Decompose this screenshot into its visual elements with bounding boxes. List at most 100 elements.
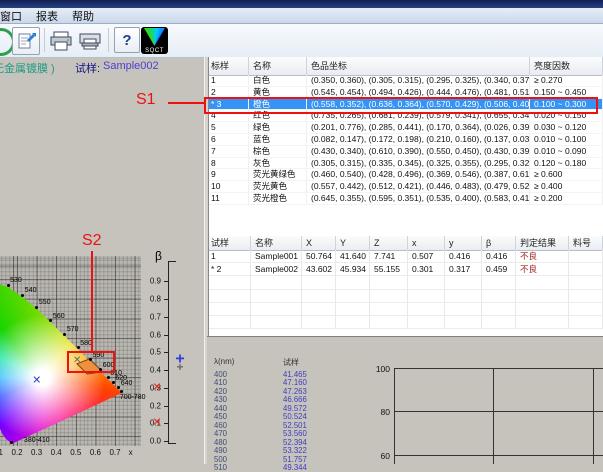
cell: ≥ 0.200 (530, 193, 603, 205)
cell (207, 276, 251, 289)
beta-tickmark (164, 352, 169, 353)
cell: ≥ 0.270 (530, 75, 603, 87)
cell: 0.416 (445, 250, 482, 263)
column-header: 名称 (249, 57, 307, 75)
menu-item-help[interactable]: 帮助 (65, 8, 101, 24)
help-icon: ? (122, 33, 131, 48)
x-axis-tick-label: 0.2 (7, 448, 27, 457)
table-row[interactable] (207, 276, 603, 289)
samples-table-header: 试样名称XYZxyβ判定结果料号 (207, 236, 603, 251)
cell (516, 290, 569, 303)
cell: 41.640 (336, 250, 370, 263)
beta-tickmark (164, 406, 169, 407)
cell (251, 276, 302, 289)
print-button[interactable] (48, 28, 74, 53)
cell: 荧光黄色 (249, 181, 307, 193)
cell: 0.010 ~ 0.090 (530, 146, 603, 158)
cell: 11 (207, 193, 249, 205)
beta-tickmark (164, 281, 169, 282)
cell (569, 250, 603, 263)
cell: 0.459 (482, 263, 516, 276)
table-row[interactable]: 6蓝色(0.082, 0.147), (0.172, 0.198), (0.21… (207, 134, 603, 146)
cell (251, 303, 302, 316)
cell (207, 303, 251, 316)
column-header: 色品坐标 (307, 57, 530, 75)
beta-axis-title: β (155, 249, 162, 263)
cell: 白色 (249, 75, 307, 87)
cell: (0.082, 0.147), (0.172, 0.198), (0.210, … (307, 134, 530, 146)
column-header: 判定结果 (516, 236, 569, 250)
cell (408, 290, 445, 303)
menu-bar: 窗口 报表 帮助 (0, 8, 603, 24)
beta-tick-label: 0.9 (140, 277, 161, 286)
table-row[interactable] (207, 290, 603, 303)
cell: ≥ 0.600 (530, 169, 603, 181)
x-axis-tick-label: 0.3 (27, 448, 47, 457)
sample002-point-beta: + (175, 351, 184, 367)
cell: 8 (207, 158, 249, 170)
cell: 7 (207, 146, 249, 158)
export-report-button[interactable] (12, 27, 40, 55)
column-header: 名称 (251, 236, 302, 250)
cell: 绿色 (249, 122, 307, 134)
cell (336, 276, 370, 289)
cell: 5 (207, 122, 249, 134)
cell: (0.645, 0.355), (0.595, 0.351), (0.535, … (307, 193, 530, 205)
annotation-s2-line (91, 251, 93, 352)
cell: 0.030 ~ 0.120 (530, 122, 603, 134)
table-row[interactable] (207, 303, 603, 316)
sqct-icon-label: SQCT (141, 48, 168, 54)
cell: 0.120 ~ 0.180 (530, 158, 603, 170)
wavelength-value: 510 (214, 463, 254, 472)
annotation-s1-box (204, 97, 598, 114)
spectral-panel (207, 336, 603, 465)
cell (370, 276, 408, 289)
chart-gridline (493, 368, 494, 464)
cell: (0.305, 0.315), (0.335, 0.345), (0.325, … (307, 158, 530, 170)
table-row[interactable] (207, 316, 603, 329)
beta-tickmark (164, 335, 169, 336)
cell: 45.934 (336, 263, 370, 276)
cell: 灰色 (249, 158, 307, 170)
table-row[interactable]: 5绿色(0.201, 0.776), (0.285, 0.441), (0.17… (207, 122, 603, 134)
wavelength-label: 540 (25, 287, 37, 294)
annotation-s2-box (67, 351, 115, 373)
cell: 10 (207, 181, 249, 193)
column-header: X (302, 236, 336, 250)
table-row[interactable]: 9荧光黄绿色(0.460, 0.540), (0.428, 0.496), (0… (207, 169, 603, 181)
beta-tick-label: 0.6 (140, 330, 161, 339)
table-row[interactable]: 1Sample00150.76441.6407.7410.5070.4160.4… (207, 250, 603, 263)
table-row[interactable]: 8灰色(0.305, 0.315), (0.335, 0.345), (0.32… (207, 158, 603, 170)
cell (445, 290, 482, 303)
wavelength-label: 560 (53, 313, 65, 320)
cell (370, 316, 408, 329)
print-preview-button[interactable] (77, 28, 103, 53)
cell: 荧光黄绿色 (249, 169, 307, 181)
table-row[interactable]: 7棕色(0.430, 0.340), (0.610, 0.390), (0.55… (207, 146, 603, 158)
spectral-locus-point (120, 390, 123, 393)
beta-axis-bottom-tick (168, 443, 176, 444)
cell: ≥ 0.400 (530, 181, 603, 193)
sqct-app-button[interactable]: SQCT (141, 27, 168, 54)
beta-tick-label: 0.5 (140, 348, 161, 357)
info-bar: 无金属镀膜 ) 试样: Sample002 (0, 60, 207, 76)
cell (251, 316, 302, 329)
cell: 棕色 (249, 146, 307, 158)
cell (207, 290, 251, 303)
column-header: y (445, 236, 482, 250)
beta-tickmark (164, 370, 169, 371)
print-preview-icon (79, 31, 101, 51)
menu-item-report[interactable]: 报表 (29, 8, 65, 24)
table-row[interactable]: 11荧光橙色(0.645, 0.355), (0.595, 0.351), (0… (207, 193, 603, 205)
sqct-rainbow-icon (144, 28, 165, 46)
beta-tickmark (164, 388, 169, 389)
cell (302, 276, 336, 289)
help-button[interactable]: ? (114, 27, 140, 53)
table-row[interactable]: 10荧光黄色(0.557, 0.442), (0.512, 0.421), (0… (207, 181, 603, 193)
table-row[interactable]: * 2Sample00243.60245.93455.1550.3010.317… (207, 263, 603, 276)
cell: 55.155 (370, 263, 408, 276)
table-row[interactable]: 1白色(0.350, 0.360), (0.305, 0.315), (0.29… (207, 75, 603, 87)
cell: 1 (207, 250, 251, 263)
cell: 荧光橙色 (249, 193, 307, 205)
menu-item-window[interactable]: 窗口 (0, 8, 29, 24)
